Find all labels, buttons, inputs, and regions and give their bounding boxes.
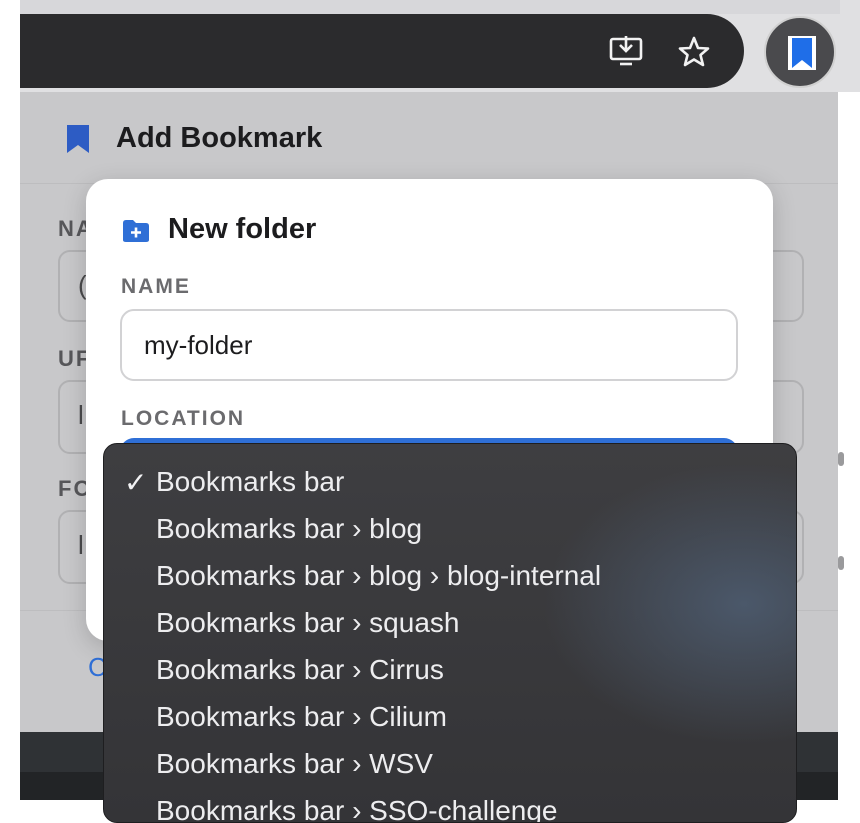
dropdown-option[interactable]: Bookmarks bar › Cilium — [104, 693, 796, 740]
folder-name-input[interactable] — [120, 309, 738, 381]
new-folder-icon — [123, 220, 149, 242]
checkmark-icon: ✓ — [124, 467, 148, 498]
dropdown-option-label: Bookmarks bar › WSV — [156, 748, 433, 779]
dropdown-option-label: Bookmarks bar — [156, 466, 345, 497]
dropdown-option[interactable]: Bookmarks bar › blog — [104, 505, 796, 552]
url-value-bg: l — [78, 400, 84, 430]
dropdown-option-label: Bookmarks bar › blog — [156, 513, 423, 544]
bookmark-icon — [67, 125, 89, 153]
location-label: LOCATION — [121, 407, 246, 430]
popup-header: Add Bookmark — [20, 92, 838, 184]
dropdown-option[interactable]: Bookmarks bar › SSO-challenge — [104, 787, 796, 823]
dropdown-option[interactable]: ✓ Bookmarks bar — [104, 458, 796, 505]
dropdown-option[interactable]: Bookmarks bar › WSV — [104, 740, 796, 787]
bookmark-extension-button[interactable] — [764, 16, 836, 88]
dropdown-option[interactable]: Bookmarks bar › squash — [104, 599, 796, 646]
dropdown-option[interactable]: Bookmarks bar › Cirrus — [104, 646, 796, 693]
dropdown-option[interactable]: Bookmarks bar › blog › blog-internal — [104, 552, 796, 599]
scroll-hint — [838, 556, 844, 570]
star-icon[interactable] — [676, 34, 712, 70]
location-dropdown-menu: ✓ Bookmarks bar Bookmarks bar › blog Boo… — [103, 443, 797, 823]
dropdown-option-label: Bookmarks bar › squash — [156, 607, 460, 638]
folder-value-bg: l — [78, 530, 84, 560]
dropdown-option-label: Bookmarks bar › blog › blog-internal — [156, 560, 602, 591]
popup-title: Add Bookmark — [116, 122, 323, 154]
address-bar[interactable] — [20, 14, 744, 88]
install-app-icon[interactable] — [608, 34, 644, 70]
dropdown-option-label: Bookmarks bar › Cirrus — [156, 654, 444, 685]
dropdown-option-label: Bookmarks bar › Cilium — [156, 701, 447, 732]
name-label: NAME — [121, 275, 191, 298]
dropdown-option-label: Bookmarks bar › SSO-challenge — [156, 795, 558, 823]
page-right-margin — [838, 92, 860, 800]
bookmark-extension-icon — [788, 36, 816, 70]
page-left-margin — [0, 0, 20, 800]
browser-toolbar-top — [20, 0, 840, 14]
dialog-title: New folder — [168, 213, 317, 245]
scroll-hint — [838, 452, 844, 466]
